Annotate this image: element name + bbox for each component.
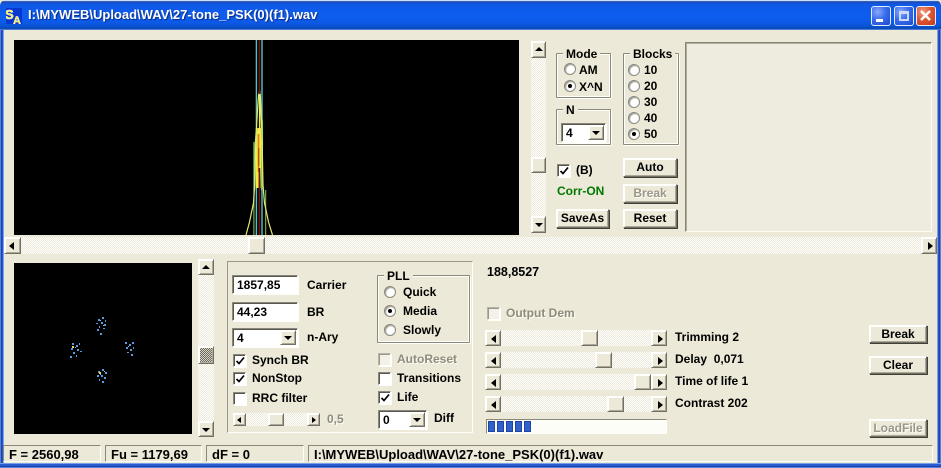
svg-text:A: A xyxy=(13,15,21,24)
